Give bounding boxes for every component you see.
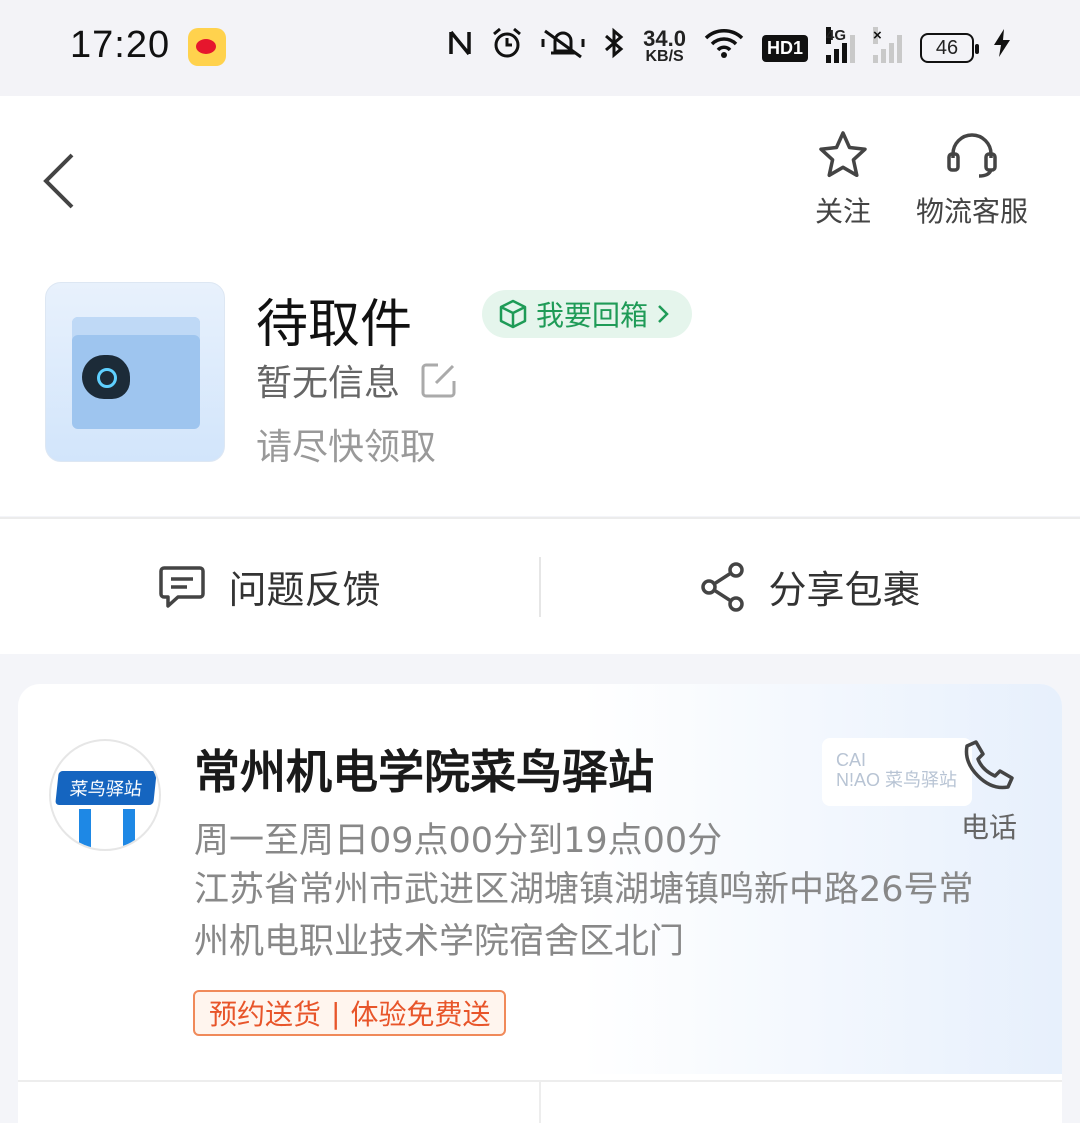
status-icons: 34.0 KB/S HD1 4G × 46 (447, 26, 1012, 70)
package-info-text: 暂无信息 (256, 363, 401, 404)
signal2-label: × (873, 27, 882, 44)
signal-2-icon: × (873, 27, 902, 63)
package-status: 待取件 (256, 295, 413, 355)
signal-4g-icon: 4G (826, 27, 855, 63)
cainiao-line2: N!AO 菜鸟驿站 (836, 770, 958, 790)
logo-pillar-right (123, 809, 135, 849)
return-box-button[interactable]: 我要回箱 (482, 290, 693, 338)
mute-icon (541, 27, 585, 70)
station-logo-sign: 菜鸟驿站 (55, 771, 157, 805)
bluetooth-icon (603, 27, 625, 70)
edit-icon[interactable] (420, 361, 458, 399)
service-label: 物流客服 (915, 195, 1028, 228)
package-image (45, 282, 225, 462)
package-hint: 请尽快领取 (256, 427, 437, 468)
status-bar: 17:20 34.0 KB/S HD1 4G × 46 (0, 0, 1080, 96)
net-speed: 34.0 KB/S (643, 26, 686, 66)
hd-badge: HD1 (761, 34, 808, 62)
feedback-label: 问题反馈 (228, 568, 381, 612)
share-icon (701, 561, 745, 612)
package-mascot-icon (82, 355, 130, 399)
return-box-label: 我要回箱 (536, 299, 649, 332)
alarm-icon (491, 27, 523, 70)
logo-pillar-left (79, 809, 91, 849)
chevron-left-icon (43, 153, 74, 209)
follow-label: 关注 (814, 195, 871, 228)
message-icon (159, 565, 206, 608)
status-time: 17:20 (70, 24, 171, 66)
package-actions: 问题反馈 分享包裹 (0, 517, 1080, 654)
wifi-icon (704, 28, 744, 69)
net-speed-unit: KB/S (645, 48, 684, 65)
battery-indicator: 46 (920, 33, 979, 63)
box-icon (499, 299, 527, 329)
star-icon (819, 131, 867, 178)
nfc-icon (447, 28, 473, 69)
call-button[interactable]: 电话 (956, 738, 1022, 846)
signal-label: 4G (826, 27, 847, 44)
net-speed-value: 34.0 (643, 26, 686, 51)
back-button[interactable] (40, 151, 80, 211)
follow-button[interactable]: 关注 (812, 130, 874, 230)
station-hours: 周一至周日09点00分到19点00分 (194, 821, 723, 861)
pickup-station-card[interactable]: 菜鸟驿站 常州机电学院菜鸟驿站 周一至周日09点00分到19点00分 江苏省常州… (18, 684, 1062, 1123)
call-label: 电话 (960, 811, 1017, 844)
chevron-right-icon (658, 305, 669, 323)
feedback-button[interactable]: 问题反馈 (0, 519, 539, 654)
card-bottom-divider (539, 1082, 541, 1123)
promo-right: 体验免费送 (350, 998, 491, 1031)
weibo-icon (188, 28, 226, 66)
promo-left: 预约送货 (209, 998, 322, 1031)
headset-icon (947, 133, 997, 178)
cainiao-watermark: CAI N!AO 菜鸟驿站 (822, 738, 972, 806)
promo-separator: | (331, 996, 341, 1030)
phone-icon (964, 740, 1014, 790)
charging-icon (992, 28, 1012, 69)
station-name: 常州机电学院菜鸟驿站 (194, 745, 654, 799)
package-header-panel: 关注 物流客服 待取件 我要回箱 暂无信息 请尽快领取 (0, 96, 1080, 516)
share-package-button[interactable]: 分享包裹 (541, 519, 1080, 654)
cainiao-line1: CAI (836, 750, 867, 770)
logistics-service-button[interactable]: 物流客服 (910, 130, 1034, 230)
station-logo: 菜鸟驿站 (49, 739, 161, 851)
share-label: 分享包裹 (768, 568, 921, 612)
package-info-row: 暂无信息 (256, 354, 458, 406)
station-address: 江苏省常州市武进区湖塘镇湖塘镇鸣新中路26号常州机电职业技术学院宿舍区北门 (194, 870, 974, 962)
delivery-promo-badge[interactable]: 预约送货 | 体验免费送 (193, 990, 507, 1036)
